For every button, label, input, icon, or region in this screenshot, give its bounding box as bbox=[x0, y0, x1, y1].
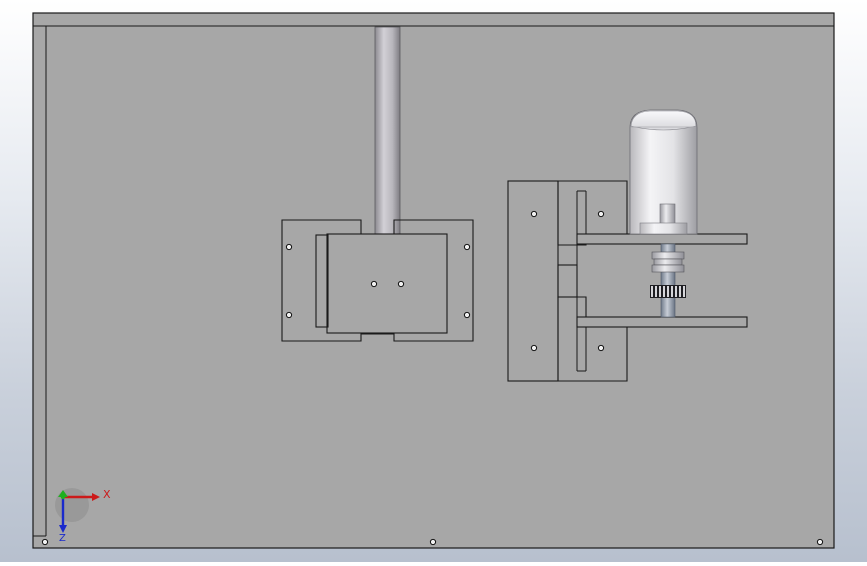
gear-tooth bbox=[667, 286, 669, 297]
drawing-sheet bbox=[32, 12, 835, 549]
vertical-column-shaft[interactable] bbox=[374, 26, 401, 235]
gear-tooth bbox=[659, 286, 661, 297]
bracket-hole bbox=[597, 210, 605, 218]
block-hole bbox=[397, 280, 405, 288]
shaft-collar bbox=[653, 258, 683, 266]
electric-motor[interactable] bbox=[629, 109, 698, 235]
plate-hole bbox=[463, 243, 471, 251]
lower-support-arm[interactable] bbox=[576, 316, 748, 328]
shaft-collar bbox=[651, 264, 685, 273]
gear-tooth bbox=[663, 286, 665, 297]
sheet-hole-bottom-right bbox=[816, 538, 824, 546]
cad-graphics-viewport[interactable]: X Z bbox=[0, 0, 867, 562]
upper-support-arm[interactable] bbox=[576, 233, 748, 245]
triad-origin bbox=[60, 494, 66, 500]
gear-tooth bbox=[655, 286, 657, 297]
bracket-hole bbox=[530, 344, 538, 352]
triad-x-label: X bbox=[103, 488, 111, 501]
plate-hole bbox=[285, 243, 293, 251]
gear-tooth bbox=[683, 286, 685, 297]
plate-hole bbox=[463, 311, 471, 319]
sheet-hole-bottom-left bbox=[41, 538, 49, 546]
plate-hole bbox=[285, 311, 293, 319]
sheet-hole-bottom-center bbox=[429, 538, 437, 546]
bracket-hole bbox=[530, 210, 538, 218]
gear-tooth bbox=[679, 286, 681, 297]
shaft-collar bbox=[651, 251, 685, 260]
bracket-hole bbox=[597, 344, 605, 352]
gear-tooth bbox=[671, 286, 673, 297]
gear-tooth bbox=[651, 286, 653, 297]
spur-gear bbox=[650, 285, 686, 298]
triad-z-label: Z bbox=[59, 533, 66, 544]
motor-shaft-base bbox=[639, 222, 688, 235]
triad-shadow bbox=[55, 488, 89, 522]
cad-canvas[interactable]: X Z bbox=[0, 0, 867, 562]
gear-tooth bbox=[675, 286, 677, 297]
block-hole bbox=[370, 280, 378, 288]
